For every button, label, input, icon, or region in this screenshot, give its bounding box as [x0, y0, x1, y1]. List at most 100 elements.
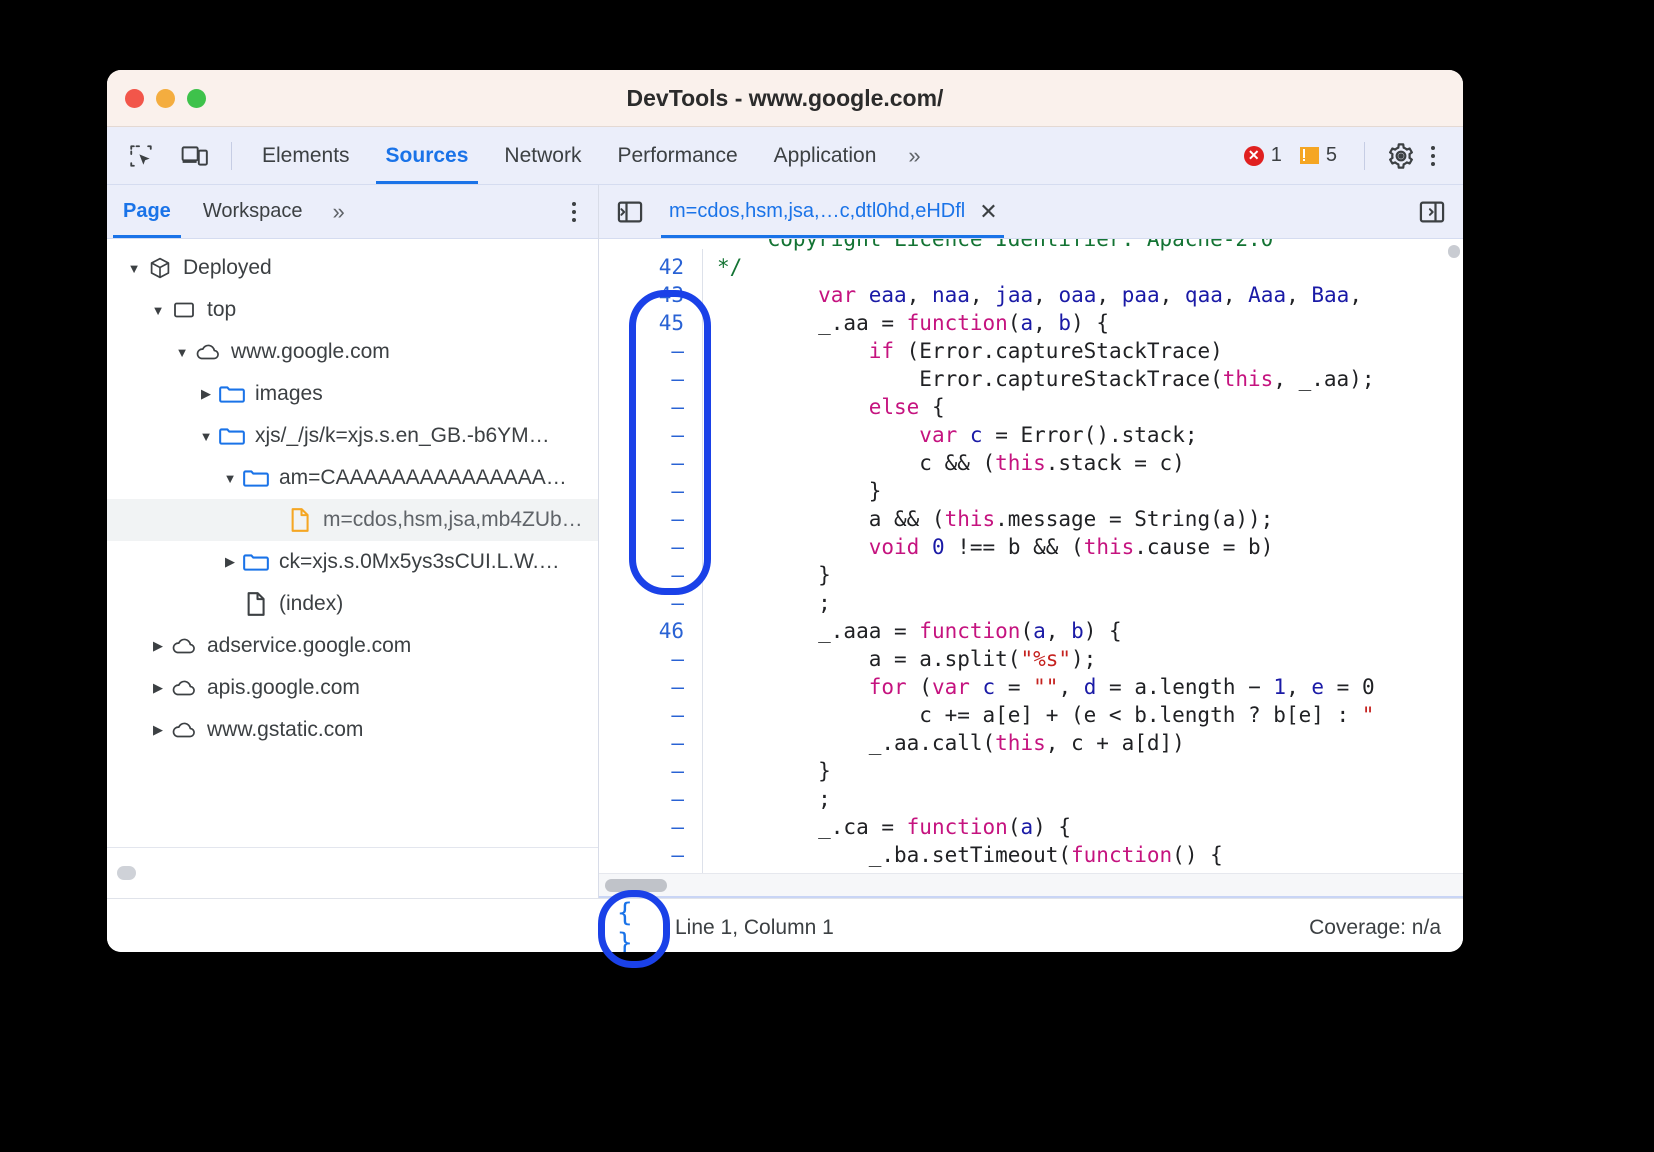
code-line[interactable]: for (var c = "", d = a.length − 1, e = 0 — [717, 673, 1463, 701]
show-debugger-icon[interactable] — [1409, 189, 1455, 235]
show-navigator-icon[interactable] — [607, 189, 653, 235]
gear-icon[interactable] — [1381, 136, 1421, 176]
line-number[interactable]: – — [599, 337, 702, 365]
twisty-collapsed-icon[interactable]: ▶ — [147, 638, 169, 654]
code-line[interactable]: c += a[e] + (e < b.length ? b[e] : " — [717, 701, 1463, 729]
pretty-print-braces-icon[interactable]: { } — [617, 906, 661, 950]
tree-row-top[interactable]: ▼ top — [107, 289, 598, 331]
line-number[interactable]: – — [599, 477, 702, 505]
code-vertical-scrollbar-thumb[interactable] — [1448, 245, 1460, 258]
navigator-kebab-menu-icon[interactable] — [566, 196, 582, 228]
navigator-more-tabs-chevron-icon[interactable]: » — [318, 199, 355, 225]
tab-sources[interactable]: Sources — [368, 127, 487, 184]
close-window-button[interactable] — [125, 89, 144, 108]
code-line[interactable]: */ — [717, 253, 1463, 281]
code-line[interactable]: Error.captureStackTrace(this, _.aa); — [717, 365, 1463, 393]
line-number[interactable]: – — [599, 729, 702, 757]
twisty-expanded-icon[interactable]: ▼ — [195, 429, 217, 444]
twisty-expanded-icon[interactable]: ▼ — [147, 303, 169, 318]
line-number[interactable]: – — [599, 533, 702, 561]
tree-row-deployed[interactable]: ▼ Deployed — [107, 247, 598, 289]
tree-row-selected-file[interactable]: ▶ m=cdos,hsm,jsa,mb4ZUb… — [107, 499, 598, 541]
line-number[interactable]: – — [599, 421, 702, 449]
twisty-expanded-icon[interactable]: ▼ — [219, 471, 241, 486]
more-tabs-chevron-icon[interactable]: » — [894, 143, 931, 169]
line-number[interactable]: – — [599, 505, 702, 533]
open-file-tab[interactable]: m=cdos,hsm,jsa,…c,dtl0hd,eHDfl ✕ — [653, 185, 1012, 238]
line-number[interactable]: – — [599, 449, 702, 477]
line-number[interactable]: – — [599, 561, 702, 589]
code-horizontal-scrollbar[interactable] — [599, 873, 1463, 898]
tree-row-xjs[interactable]: ▼ xjs/_/js/k=xjs.s.en_GB.-b6YM… — [107, 415, 598, 457]
twisty-collapsed-icon[interactable]: ▶ — [195, 386, 217, 402]
code-line[interactable]: _.ca = function(a) { — [717, 813, 1463, 841]
nav-tab-page[interactable]: Page — [107, 185, 187, 238]
code-line[interactable]: ; — [717, 589, 1463, 617]
code-line[interactable]: } — [717, 477, 1463, 505]
line-number[interactable]: – — [599, 701, 702, 729]
line-number[interactable]: 42 — [599, 253, 702, 281]
line-number[interactable]: – — [599, 841, 702, 869]
code-line[interactable]: a = a.split("%s"); — [717, 645, 1463, 673]
line-number[interactable]: – — [599, 365, 702, 393]
tree-row-index[interactable]: ▶ (index) — [107, 583, 598, 625]
twisty-expanded-icon[interactable]: ▼ — [171, 345, 193, 360]
code-line[interactable]: _.ba.setTimeout(function() { — [717, 841, 1463, 869]
code-line[interactable]: else { — [717, 393, 1463, 421]
tab-elements[interactable]: Elements — [244, 127, 368, 184]
twisty-collapsed-icon[interactable]: ▶ — [219, 554, 241, 570]
code-line[interactable]: a && (this.message = String(a)); — [717, 505, 1463, 533]
tree-row-ck[interactable]: ▶ ck=xjs.s.0Mx5ys3sCUI.L.W.… — [107, 541, 598, 583]
error-counter[interactable]: ✕ 1 — [1237, 144, 1289, 167]
close-icon[interactable]: ✕ — [979, 201, 997, 223]
line-number[interactable]: 43 — [599, 281, 702, 309]
tree-row-apis-google-com[interactable]: ▶ apis.google.com — [107, 667, 598, 709]
twisty-expanded-icon[interactable]: ▼ — [123, 261, 145, 276]
line-number[interactable]: – — [599, 757, 702, 785]
code-line[interactable]: c && (this.stack = c) — [717, 449, 1463, 477]
nav-tab-workspace[interactable]: Workspace — [187, 185, 319, 238]
code-line[interactable]: var eaa, naa, jaa, oaa, paa, qaa, Aaa, B… — [717, 281, 1463, 309]
maximize-window-button[interactable] — [187, 89, 206, 108]
twisty-collapsed-icon[interactable]: ▶ — [147, 680, 169, 696]
line-number[interactable]: – — [599, 645, 702, 673]
navigator-scrollbar-thumb[interactable] — [117, 866, 136, 880]
code-editor[interactable]: 424345––––––––––46––––––––– Copyright Li… — [599, 239, 1463, 898]
code-line[interactable]: ; — [717, 785, 1463, 813]
code-line[interactable]: if (Error.captureStackTrace) — [717, 337, 1463, 365]
code-line[interactable]: _.aaa = function(a, b) { — [717, 617, 1463, 645]
line-number[interactable]: – — [599, 393, 702, 421]
code-content[interactable]: Copyright Licence Identifier: Apache-2.0… — [703, 239, 1463, 898]
code-line[interactable]: Copyright Licence Identifier: Apache-2.0 — [717, 239, 1463, 253]
code-line[interactable]: _.aa.call(this, c + a[d]) — [717, 729, 1463, 757]
code-line[interactable]: } — [717, 757, 1463, 785]
line-number[interactable]: – — [599, 673, 702, 701]
toolbar-divider — [231, 142, 232, 170]
code-line[interactable]: _.aa = function(a, b) { — [717, 309, 1463, 337]
tree-row-am[interactable]: ▼ am=CAAAAAAAAAAAAAAA… — [107, 457, 598, 499]
tab-network[interactable]: Network — [486, 127, 599, 184]
twisty-collapsed-icon[interactable]: ▶ — [147, 722, 169, 738]
line-number[interactable]: – — [599, 813, 702, 841]
code-horizontal-scrollbar-thumb[interactable] — [605, 879, 667, 892]
warning-counter[interactable]: 5 — [1293, 144, 1344, 167]
line-number[interactable]: – — [599, 589, 702, 617]
tree-row-www-gstatic-com[interactable]: ▶ www.gstatic.com — [107, 709, 598, 751]
tree-row-images[interactable]: ▶ images — [107, 373, 598, 415]
tree-row-adservice-google-com[interactable]: ▶ adservice.google.com — [107, 625, 598, 667]
code-line[interactable]: } — [717, 561, 1463, 589]
device-toolbar-icon[interactable] — [175, 136, 215, 176]
code-token: paa — [1122, 283, 1160, 307]
tree-row-www-google-com[interactable]: ▼ www.google.com — [107, 331, 598, 373]
tab-application[interactable]: Application — [756, 127, 895, 184]
code-line[interactable]: var c = Error().stack; — [717, 421, 1463, 449]
inspect-element-icon[interactable] — [121, 136, 161, 176]
kebab-menu-icon[interactable] — [1425, 140, 1441, 172]
line-number-gutter[interactable]: 424345––––––––––46––––––––– — [599, 249, 703, 898]
line-number[interactable]: – — [599, 785, 702, 813]
code-line[interactable]: void 0 !== b && (this.cause = b) — [717, 533, 1463, 561]
line-number[interactable]: 46 — [599, 617, 702, 645]
minimize-window-button[interactable] — [156, 89, 175, 108]
line-number[interactable]: 45 — [599, 309, 702, 337]
tab-performance[interactable]: Performance — [599, 127, 755, 184]
